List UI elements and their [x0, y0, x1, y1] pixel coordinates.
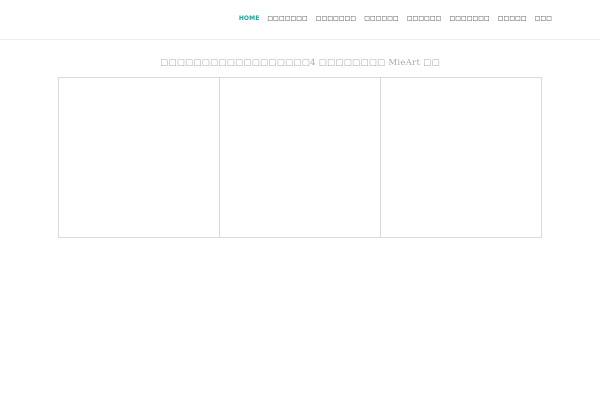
nav-item-8[interactable]: □□□	[535, 15, 552, 23]
nav-item-3[interactable]: □□□□□□□	[316, 15, 356, 23]
main-nav: HOME □□□□□□□ □□□□□□□ □□□□□□ □□□□□□ □□□□□…	[239, 15, 552, 23]
site-header: HOME □□□□□□□ □□□□□□□ □□□□□□ □□□□□□ □□□□□…	[0, 0, 600, 40]
nav-item-home[interactable]: HOME	[239, 15, 260, 23]
nav-item-7[interactable]: □□□□□	[498, 15, 527, 23]
gallery-grid	[58, 77, 542, 238]
gallery-card-1[interactable]	[58, 77, 220, 238]
nav-item-6[interactable]: □□□□□□□	[449, 15, 489, 23]
nav-item-2[interactable]: □□□□□□□	[267, 15, 307, 23]
gallery-card-2[interactable]	[220, 77, 381, 238]
section-title: □□□□□□□□□□□□□□□□□□4 □□□□□□□□ MieArt □□	[160, 58, 440, 68]
nav-item-4[interactable]: □□□□□□	[364, 15, 399, 23]
nav-item-5[interactable]: □□□□□□	[407, 15, 442, 23]
page: HOME □□□□□□□ □□□□□□□ □□□□□□ □□□□□□ □□□□□…	[0, 0, 600, 400]
gallery-card-3[interactable]	[381, 77, 542, 238]
